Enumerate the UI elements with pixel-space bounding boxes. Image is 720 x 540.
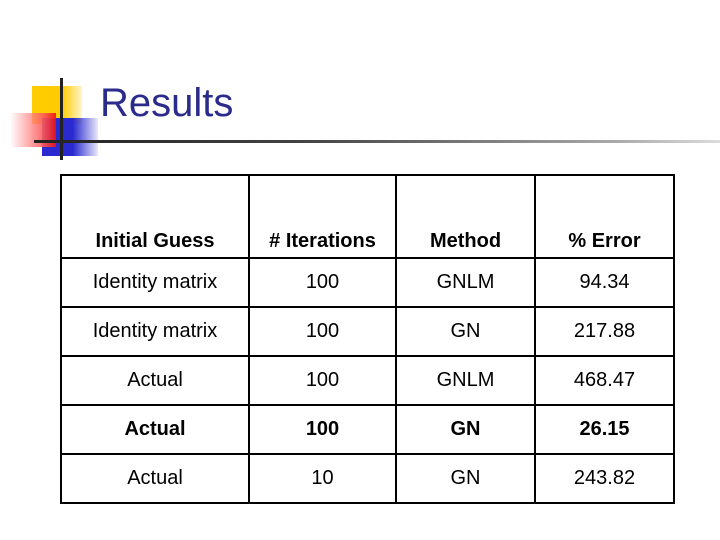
table-header-row: Initial Guess # Iterations Method % Erro… <box>60 174 675 259</box>
cell-initial-guess: Identity matrix <box>60 306 250 357</box>
cell-method: GNLM <box>395 257 536 308</box>
cell-method: GN <box>395 306 536 357</box>
table-row: Identity matrix 100 GN 217.88 <box>60 306 675 357</box>
cell-method: GNLM <box>395 355 536 406</box>
header-iterations: # Iterations <box>248 174 397 259</box>
slide-title: Results <box>100 81 234 125</box>
cell-iterations: 100 <box>248 257 397 308</box>
cell-initial-guess: Actual <box>60 355 250 406</box>
cell-iterations: 100 <box>248 306 397 357</box>
cell-error: 243.82 <box>534 453 675 504</box>
cell-iterations: 10 <box>248 453 397 504</box>
cell-initial-guess: Actual <box>60 453 250 504</box>
table-row: Actual 100 GNLM 468.47 <box>60 355 675 406</box>
title-underline-rule <box>34 140 720 143</box>
cell-initial-guess: Actual <box>60 404 250 455</box>
cell-error: 468.47 <box>534 355 675 406</box>
vertical-rule <box>60 78 63 160</box>
cell-initial-guess: Identity matrix <box>60 257 250 308</box>
cell-error: 217.88 <box>534 306 675 357</box>
header-error: % Error <box>534 174 675 259</box>
table-row: Identity matrix 100 GNLM 94.34 <box>60 257 675 308</box>
table-row: Actual 10 GN 243.82 <box>60 453 675 504</box>
header-method: Method <box>395 174 536 259</box>
cell-error: 26.15 <box>534 404 675 455</box>
cell-iterations: 100 <box>248 355 397 406</box>
header-initial-guess: Initial Guess <box>60 174 250 259</box>
cell-iterations: 100 <box>248 404 397 455</box>
cell-error: 94.34 <box>534 257 675 308</box>
cell-method: GN <box>395 404 536 455</box>
cell-method: GN <box>395 453 536 504</box>
table-row-highlighted: Actual 100 GN 26.15 <box>60 404 675 455</box>
results-table: Initial Guess # Iterations Method % Erro… <box>60 174 675 504</box>
